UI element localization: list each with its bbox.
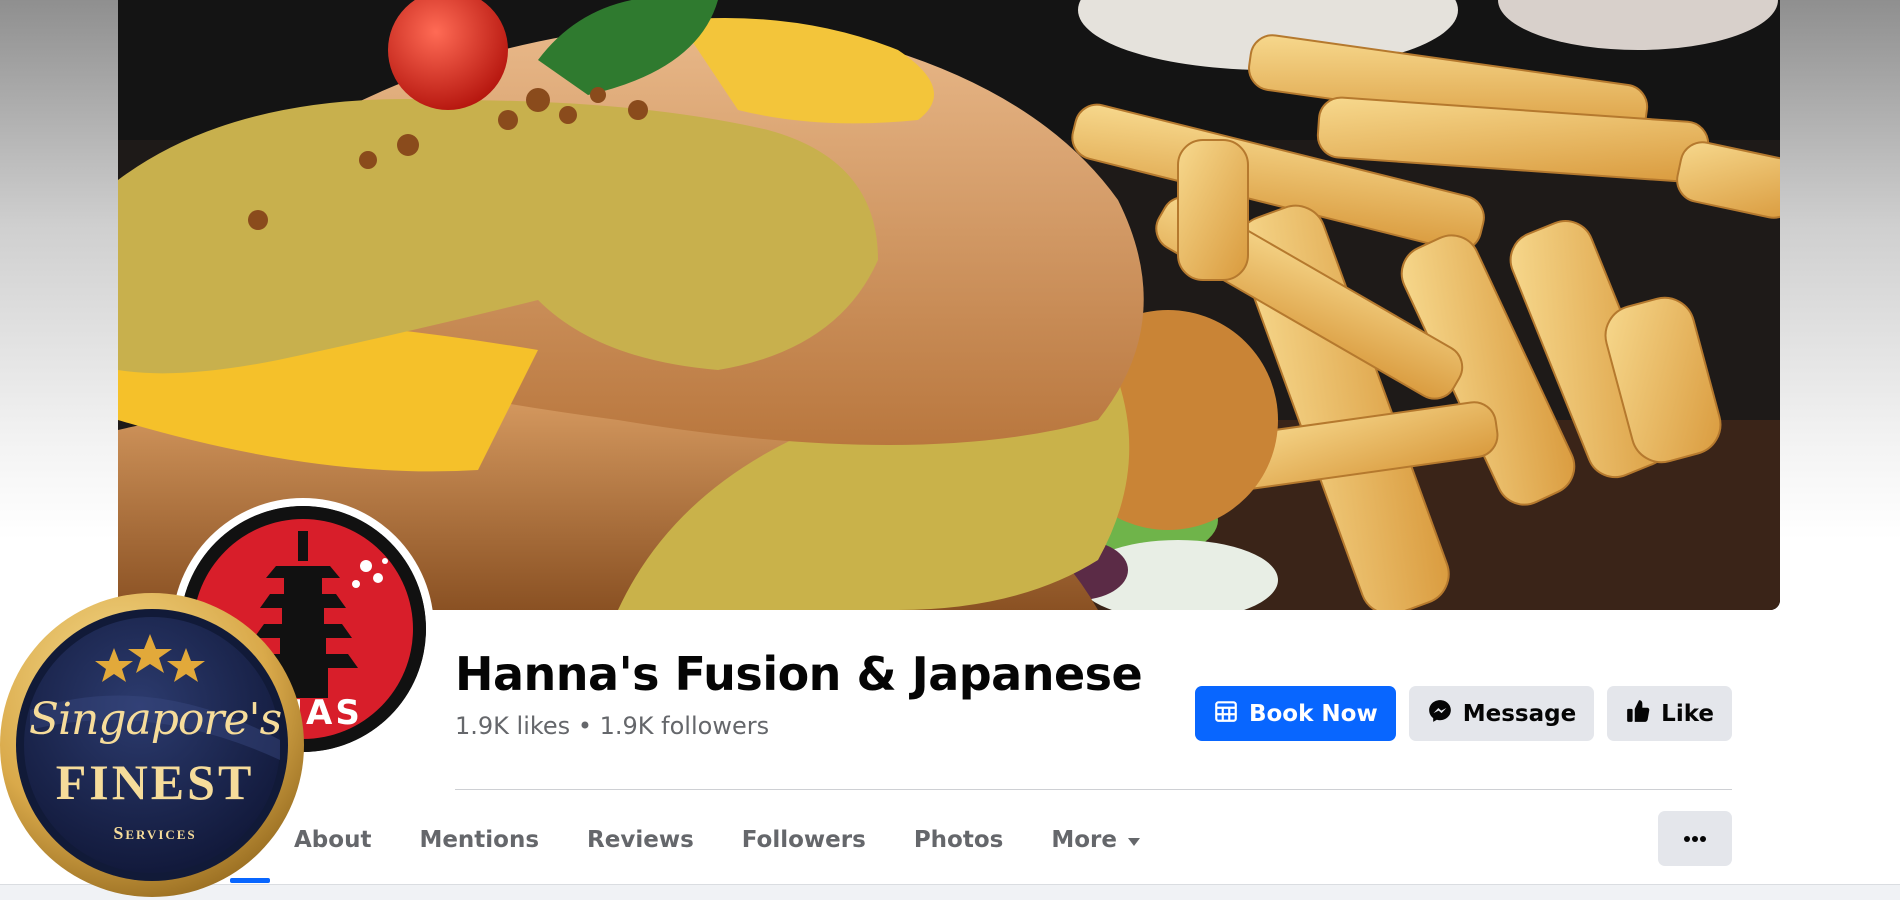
like-label: Like	[1661, 700, 1714, 727]
badge-sub-text: Services	[113, 823, 197, 843]
calendar-icon	[1213, 698, 1239, 730]
facebook-page-header: HNAS Hanna's Fusion & Japanese 1.9K like…	[0, 0, 1900, 900]
tab-more-label: More	[1051, 827, 1117, 853]
page-stats: 1.9K likes • 1.9K followers	[455, 712, 769, 740]
followers-count[interactable]: 1.9K followers	[600, 712, 769, 740]
message-button[interactable]: Message	[1408, 686, 1595, 741]
badge-emblem	[0, 593, 304, 897]
tab-photos[interactable]: Photos	[890, 800, 1028, 880]
overflow-menu-button[interactable]	[1658, 811, 1732, 866]
tab-photos-label: Photos	[913, 827, 1004, 853]
tab-followers-label: Followers	[741, 827, 866, 853]
caret-down-icon	[1127, 827, 1141, 853]
tab-reviews[interactable]: Reviews	[563, 800, 718, 880]
thumbs-up-icon	[1625, 698, 1651, 730]
ellipsis-icon	[1683, 830, 1707, 848]
likes-count[interactable]: 1.9K likes	[455, 712, 570, 740]
page-title: Hanna's Fusion & Japanese	[455, 647, 1143, 701]
tab-reviews-label: Reviews	[587, 827, 694, 853]
header-divider	[455, 789, 1732, 790]
singapores-finest-badge: Singapore's FINEST Services	[0, 590, 310, 900]
stats-separator: •	[577, 712, 592, 740]
tab-mentions[interactable]: Mentions	[395, 800, 563, 880]
page-actions: Book Now Message Like	[1194, 686, 1732, 741]
messenger-icon	[1427, 698, 1453, 730]
tab-more[interactable]: More	[1027, 800, 1165, 880]
tab-mentions-label: Mentions	[419, 827, 540, 853]
tab-followers[interactable]: Followers	[718, 800, 890, 880]
page-tabs: About Mentions Reviews Followers Photos …	[270, 800, 1165, 880]
book-now-label: Book Now	[1248, 700, 1378, 727]
badge-script-text: Singapore's	[28, 694, 282, 745]
like-button[interactable]: Like	[1607, 686, 1732, 741]
message-label: Message	[1462, 700, 1577, 727]
book-now-button[interactable]: Book Now	[1194, 686, 1396, 741]
badge-main-text: FINEST	[55, 754, 255, 810]
